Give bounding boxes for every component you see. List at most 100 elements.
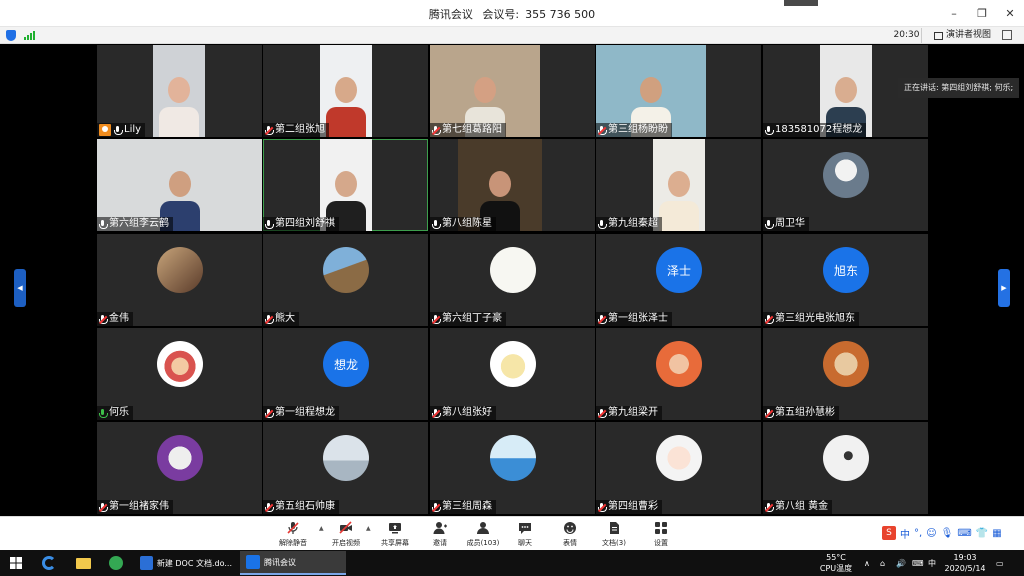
system-clock[interactable]: 19:03 2020/5/14: [942, 552, 988, 574]
participant-tile[interactable]: 第四组刘舒祺: [263, 139, 428, 231]
participant-tile[interactable]: 何乐: [97, 328, 262, 420]
participant-name-label: 第二组张旭: [263, 123, 329, 137]
participant-tile[interactable]: 第一组褚家伟: [97, 422, 262, 514]
video-options-caret-icon[interactable]: ▲: [366, 525, 371, 532]
unmute-button[interactable]: 解除静音: [271, 519, 315, 549]
participant-name-label: 第五组石帅康: [263, 500, 339, 514]
settings-button[interactable]: 设置: [639, 519, 683, 549]
voice-input-icon[interactable]: 🎙: [941, 528, 954, 539]
participant-tile[interactable]: 金伟: [97, 234, 262, 326]
file-explorer-button[interactable]: [76, 550, 91, 576]
participant-name: 第四组曹彩: [608, 501, 658, 512]
skin-icon[interactable]: 👕: [976, 528, 988, 539]
participant-face: [474, 77, 496, 103]
speaker-view-button[interactable]: 演讲者视图: [934, 28, 991, 43]
audio-options-caret-icon[interactable]: ▲: [319, 525, 324, 532]
participant-name-label: 第九组秦超: [596, 217, 662, 231]
participant-tile[interactable]: 第四组曹彩: [596, 422, 761, 514]
minimize-button[interactable]: –: [940, 0, 968, 27]
participant-name: 第八组陈星: [442, 218, 492, 229]
taskbar-app-tencent-meeting[interactable]: 腾讯会议: [240, 551, 346, 575]
members-button[interactable]: 成员(103): [461, 519, 505, 549]
participant-tile[interactable]: 熊大: [263, 234, 428, 326]
astronaut-avatar-icon: [823, 152, 869, 198]
participant-name-label: 第九组梁开: [596, 406, 662, 420]
mic-icon: [432, 219, 441, 229]
chat-button[interactable]: 聊天: [503, 519, 547, 549]
documents-label: 文档(3): [602, 539, 626, 547]
ime-lang-tray[interactable]: 中: [928, 550, 936, 576]
reactions-button[interactable]: 表情: [548, 519, 592, 549]
participant-face: [640, 77, 662, 103]
participant-tile[interactable]: 第二组张旭: [263, 45, 428, 137]
documents-button[interactable]: 文档(3): [592, 519, 636, 549]
participant-tile[interactable]: 第九组秦超: [596, 139, 761, 231]
share-screen-button[interactable]: 共享屏幕: [373, 519, 417, 549]
participant-name: 第五组孙慧彬: [775, 407, 835, 418]
participant-tile[interactable]: 想龙 第一组程想龙: [263, 328, 428, 420]
participant-tile[interactable]: 周卫华: [763, 139, 928, 231]
start-video-button[interactable]: 开启视频: [324, 519, 368, 549]
participant-tile[interactable]: Lily: [97, 45, 262, 137]
participant-tile[interactable]: 泽士 第一组张泽士: [596, 234, 761, 326]
dancer-avatar-icon: [823, 435, 869, 481]
security-shield-icon[interactable]: [6, 30, 16, 41]
invite-button[interactable]: 邀请: [418, 519, 462, 549]
keyboard-icon[interactable]: ⌨: [957, 528, 971, 539]
tray-overflow-icon[interactable]: ∧: [864, 550, 870, 576]
chrome-app-button[interactable]: [109, 550, 123, 576]
muted-mic-icon: [597, 125, 607, 135]
restore-button[interactable]: ❐: [968, 0, 996, 27]
participant-name: 第一组程想龙: [275, 407, 335, 418]
close-button[interactable]: ✕: [996, 0, 1024, 27]
toolbox-icon[interactable]: ▦: [992, 528, 1001, 539]
participant-tile[interactable]: 第八组张好: [430, 328, 595, 420]
sogou-ime-bar[interactable]: S 中 °, ☺ 🎙 ⌨ 👕 ▦: [882, 523, 1002, 543]
ime-tray-icon[interactable]: ⌨: [912, 550, 924, 576]
previous-page-button[interactable]: ◀: [14, 269, 26, 307]
network-signal-icon[interactable]: [24, 31, 35, 40]
participant-tile[interactable]: 旭东第三组光电张旭东: [763, 234, 928, 326]
participant-tile[interactable]: 第九组梁开: [596, 328, 761, 420]
participant-tile[interactable]: 第八组陈星: [430, 139, 595, 231]
invite-label: 邀请: [433, 539, 447, 547]
ime-punct[interactable]: °,: [914, 528, 922, 539]
participant-name: 第九组梁开: [608, 407, 658, 418]
emoji-icon[interactable]: ☺: [926, 528, 936, 539]
participant-name: 第三组光电张旭东: [775, 313, 855, 324]
document-icon: [610, 522, 619, 534]
network-tray-icon[interactable]: ⌂: [880, 550, 885, 576]
participant-face: [835, 77, 857, 103]
participant-tile[interactable]: 第六组丁子豪: [430, 234, 595, 326]
participant-tile[interactable]: 第八组 黄金: [763, 422, 928, 514]
participant-name: 第九组秦超: [608, 218, 658, 229]
edge-browser-button[interactable]: [42, 550, 56, 576]
volume-tray-icon[interactable]: 🔊: [896, 550, 906, 576]
meeting-status-bar: 20:30 演讲者视图: [0, 27, 1024, 44]
participant-tile[interactable]: 第六组李云鹤: [97, 139, 262, 231]
taskbar-app-wps[interactable]: 新建 DOC 文档.do...: [134, 551, 238, 575]
landscape-avatar-icon: [323, 435, 369, 481]
participant-name: 第七组葛路阳: [442, 124, 502, 135]
grid-layout-icon[interactable]: [1002, 30, 1012, 40]
participant-tile[interactable]: 第五组孙慧彬: [763, 328, 928, 420]
participant-tile[interactable]: 第五组石帅康: [263, 422, 428, 514]
meeting-id[interactable]: 355 736 500: [525, 8, 595, 21]
notification-center-icon[interactable]: ▭: [996, 550, 1004, 576]
start-button[interactable]: [10, 550, 22, 576]
windows-taskbar: 新建 DOC 文档.do... 腾讯会议 55°C CPU温度 ∧ ⌂ 🔊 ⌨ …: [0, 550, 1024, 576]
cpu-temperature[interactable]: 55°C CPU温度: [818, 552, 854, 574]
participant-tile[interactable]: 第三组杨盼盼: [596, 45, 761, 137]
participant-tile[interactable]: 第七组葛路阳: [430, 45, 595, 137]
participant-text-avatar: 旭东: [823, 247, 869, 293]
participant-body: [659, 201, 699, 231]
participant-name: 183581072程想龙: [775, 124, 863, 135]
cat-avatar-icon: [823, 341, 869, 387]
muted-mic-icon: [264, 125, 274, 135]
ime-lang[interactable]: 中: [900, 526, 910, 541]
meeting-toolbar: 解除静音 ▲ 开启视频 ▲ 共享屏幕 邀请 成员(103) 聊天 表情 文档(3…: [0, 516, 1024, 550]
speaker-view-icon: [934, 31, 943, 40]
next-page-button[interactable]: ▶: [998, 269, 1010, 307]
mic-icon: [265, 219, 274, 229]
participant-tile[interactable]: 第三组周森: [430, 422, 595, 514]
